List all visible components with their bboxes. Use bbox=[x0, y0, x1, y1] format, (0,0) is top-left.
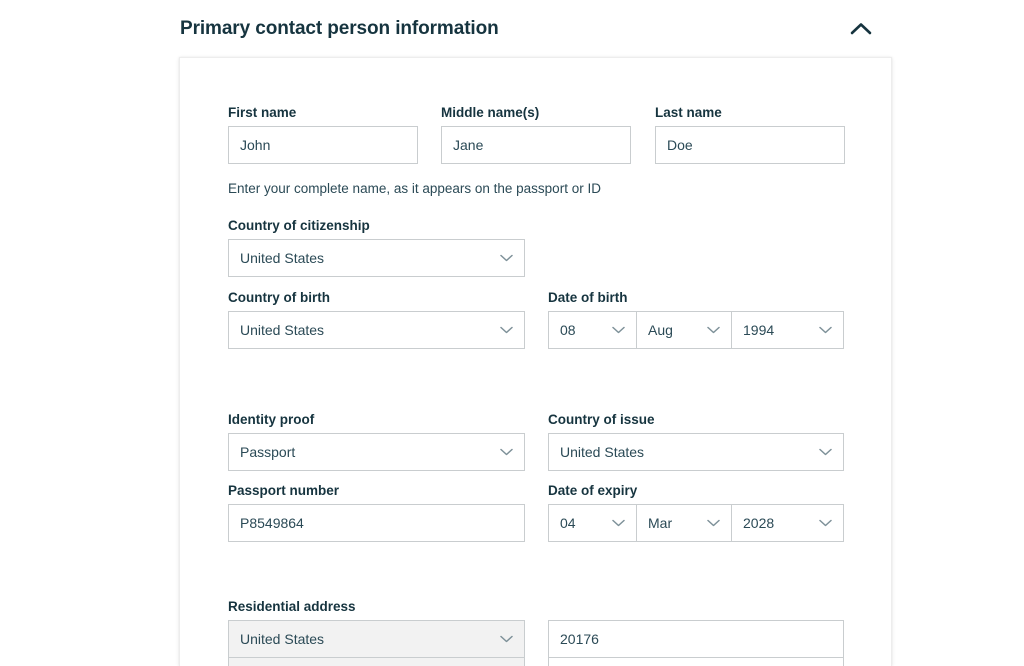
chevron-down-icon bbox=[499, 635, 513, 643]
first-name-input[interactable]: John bbox=[228, 126, 418, 164]
country-of-birth-select[interactable]: United States bbox=[228, 311, 525, 349]
residential-address-section: Residential address United States 20176 bbox=[228, 599, 844, 658]
chevron-down-icon bbox=[706, 326, 720, 334]
date-of-expiry-year-value: 2028 bbox=[743, 515, 775, 531]
collapse-section-button[interactable] bbox=[844, 12, 878, 46]
identity-proof-select[interactable]: Passport bbox=[228, 433, 525, 471]
country-of-citizenship-select[interactable]: United States bbox=[228, 239, 525, 277]
residential-address-row-2 bbox=[228, 657, 844, 666]
middle-name-input[interactable]: Jane bbox=[441, 126, 631, 164]
date-of-birth-year-select[interactable]: 1994 bbox=[731, 311, 844, 349]
name-helper-text: Enter your complete name, as it appears … bbox=[228, 181, 601, 196]
form-page: Primary contact person information First… bbox=[0, 0, 1024, 666]
first-name-value: John bbox=[240, 137, 271, 153]
passport-number-input[interactable]: P8549864 bbox=[228, 504, 525, 542]
country-of-birth-label: Country of birth bbox=[228, 290, 330, 305]
last-name-label: Last name bbox=[655, 105, 722, 120]
form-card: First name John Middle name(s) Jane Last… bbox=[179, 57, 892, 666]
residential-address-row-1: United States 20176 bbox=[228, 620, 844, 658]
country-of-birth-field: Country of birth United States bbox=[228, 290, 525, 349]
date-of-expiry-day-select[interactable]: 04 bbox=[548, 504, 636, 542]
date-of-birth-label: Date of birth bbox=[548, 290, 628, 305]
residential-address-postal-code-value: 20176 bbox=[560, 631, 599, 647]
chevron-down-icon bbox=[611, 519, 625, 527]
date-of-expiry-field: Date of expiry 04 Mar 2028 bbox=[548, 483, 844, 542]
country-of-issue-select[interactable]: United States bbox=[548, 433, 844, 471]
chevron-down-icon bbox=[499, 254, 513, 262]
chevron-up-icon bbox=[850, 23, 872, 35]
chevron-down-icon bbox=[611, 326, 625, 334]
date-of-expiry-label: Date of expiry bbox=[548, 483, 638, 498]
date-of-expiry-group: 04 Mar 2028 bbox=[548, 504, 844, 542]
date-of-expiry-year-select[interactable]: 2028 bbox=[731, 504, 844, 542]
date-of-birth-month-select[interactable]: Aug bbox=[636, 311, 731, 349]
last-name-field: Last name Doe bbox=[655, 105, 845, 164]
date-of-expiry-day-value: 04 bbox=[560, 515, 576, 531]
date-of-birth-field: Date of birth 08 Aug 1994 bbox=[548, 290, 844, 349]
last-name-value: Doe bbox=[667, 137, 693, 153]
chevron-down-icon bbox=[499, 448, 513, 456]
country-of-issue-label: Country of issue bbox=[548, 412, 655, 427]
date-of-birth-year-value: 1994 bbox=[743, 322, 775, 338]
chevron-down-icon bbox=[818, 448, 832, 456]
chevron-down-icon bbox=[706, 519, 720, 527]
residential-address-country-value: United States bbox=[240, 631, 325, 647]
date-of-birth-group: 08 Aug 1994 bbox=[548, 311, 844, 349]
page-title: Primary contact person information bbox=[180, 17, 499, 39]
identity-proof-value: Passport bbox=[240, 444, 296, 460]
passport-number-field: Passport number P8549864 bbox=[228, 483, 525, 542]
country-of-citizenship-label: Country of citizenship bbox=[228, 218, 370, 233]
residential-address-city-input[interactable] bbox=[548, 657, 844, 666]
residential-address-postal-code-input[interactable]: 20176 bbox=[548, 620, 844, 658]
country-of-citizenship-field: Country of citizenship United States bbox=[228, 218, 525, 277]
middle-name-field: Middle name(s) Jane bbox=[441, 105, 631, 164]
date-of-expiry-month-select[interactable]: Mar bbox=[636, 504, 731, 542]
residential-address-state-select[interactable] bbox=[228, 657, 525, 666]
country-of-issue-value: United States bbox=[560, 444, 645, 460]
date-of-expiry-month-value: Mar bbox=[648, 515, 673, 531]
date-of-birth-month-value: Aug bbox=[648, 322, 673, 338]
section-header: Primary contact person information bbox=[179, 0, 892, 57]
first-name-label: First name bbox=[228, 105, 297, 120]
passport-number-value: P8549864 bbox=[240, 515, 304, 531]
residential-address-country-select[interactable]: United States bbox=[228, 620, 525, 658]
chevron-down-icon bbox=[499, 326, 513, 334]
identity-proof-field: Identity proof Passport bbox=[228, 412, 525, 471]
date-of-birth-day-value: 08 bbox=[560, 322, 576, 338]
date-of-birth-day-select[interactable]: 08 bbox=[548, 311, 636, 349]
middle-name-label: Middle name(s) bbox=[441, 105, 540, 120]
chevron-down-icon bbox=[818, 326, 832, 334]
passport-number-label: Passport number bbox=[228, 483, 340, 498]
country-of-birth-value: United States bbox=[240, 322, 325, 338]
chevron-down-icon bbox=[818, 519, 832, 527]
residential-address-label: Residential address bbox=[228, 599, 356, 614]
country-of-issue-field: Country of issue United States bbox=[548, 412, 844, 471]
identity-proof-label: Identity proof bbox=[228, 412, 315, 427]
middle-name-value: Jane bbox=[453, 137, 484, 153]
first-name-field: First name John bbox=[228, 105, 418, 164]
country-of-citizenship-value: United States bbox=[240, 250, 325, 266]
last-name-input[interactable]: Doe bbox=[655, 126, 845, 164]
